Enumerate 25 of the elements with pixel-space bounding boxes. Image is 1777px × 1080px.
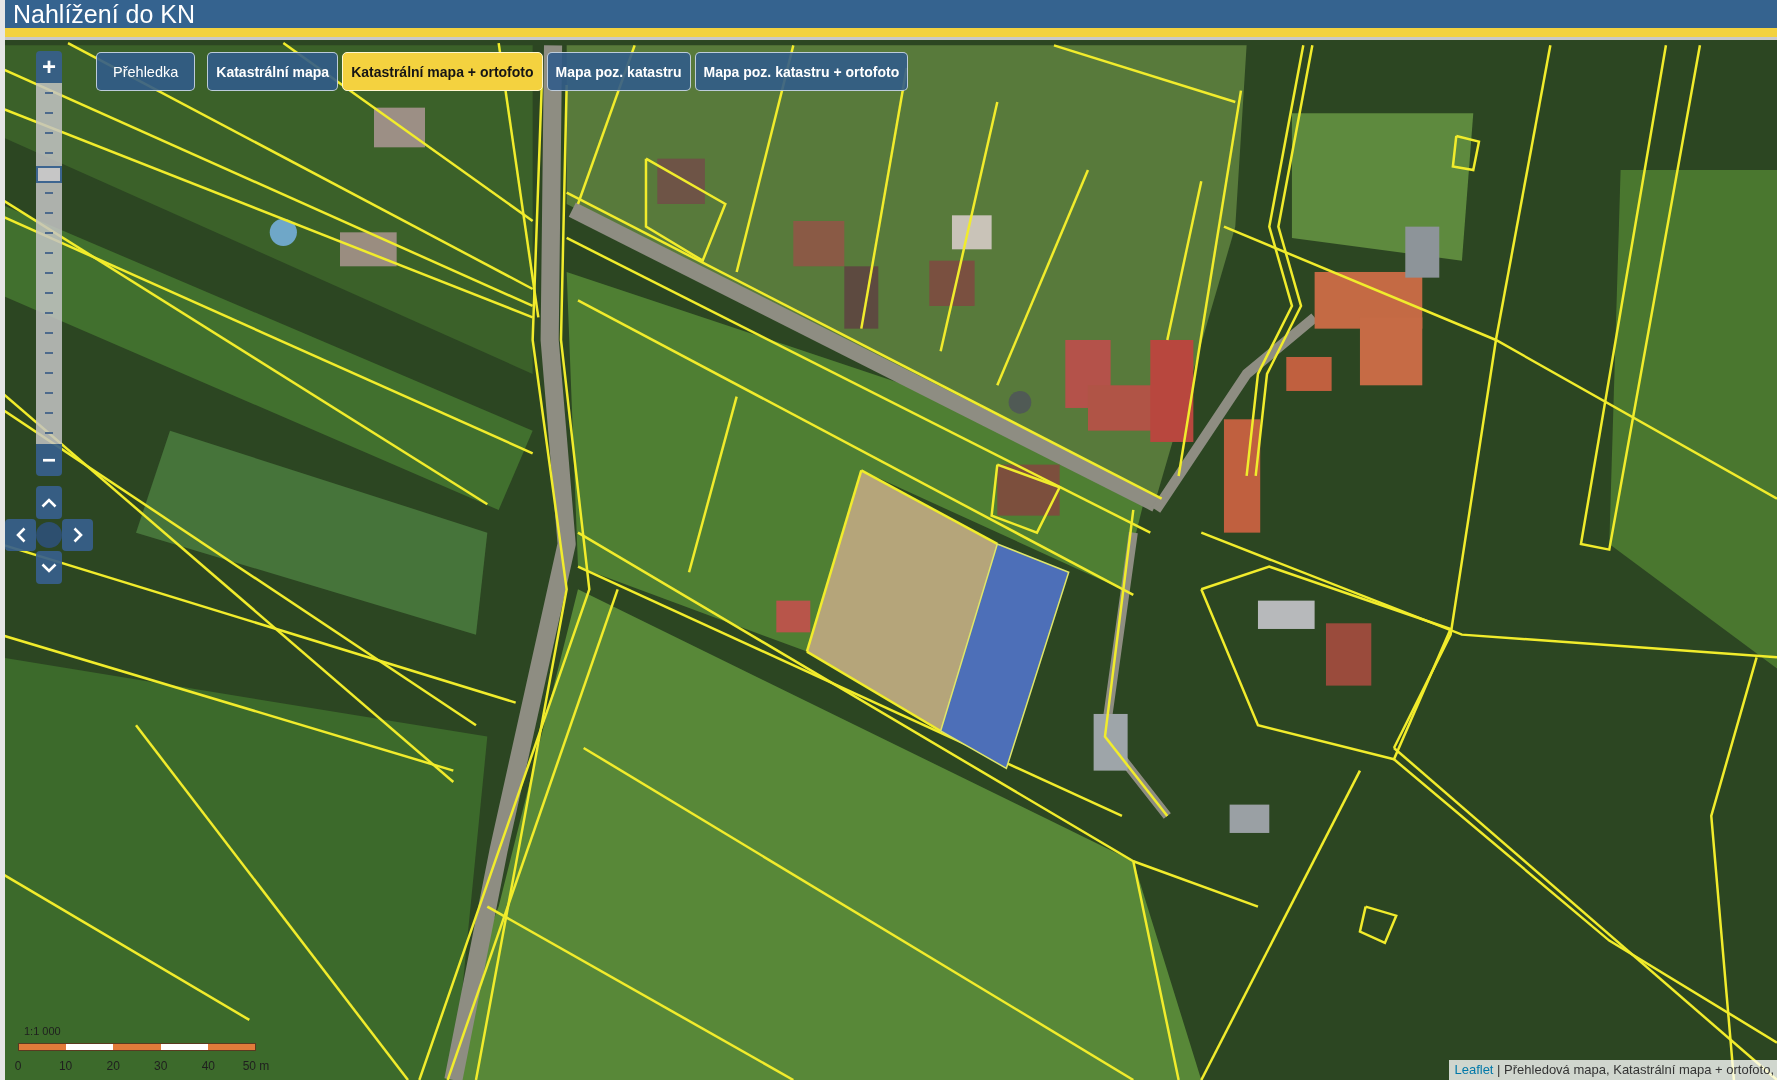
pan-down-button[interactable]	[36, 551, 62, 584]
zoom-out-button[interactable]: −	[36, 444, 62, 476]
scale-label: 50 m	[242, 1060, 270, 1073]
scale-label: 0	[14, 1060, 22, 1073]
scale-label: 30	[154, 1060, 168, 1073]
layer-button[interactable]: Přehledka	[96, 52, 196, 91]
pan-right-button[interactable]	[62, 519, 93, 551]
chevron-left-icon	[15, 527, 26, 543]
layer-button[interactable]: Mapa poz. katastru	[546, 52, 691, 91]
layer-button[interactable]: Mapa poz. katastru + ortofoto	[694, 52, 909, 91]
chevron-up-icon	[41, 497, 57, 508]
zoom-slider-thumb[interactable]	[36, 165, 62, 183]
scale-label: 20	[106, 1060, 120, 1073]
attribution-text: Leaflet | Přehledová mapa, Katastrální mapa + ortofoto,	[1449, 1060, 1777, 1080]
layer-button[interactable]: Katastrální mapa + ortofoto	[342, 52, 543, 91]
chevron-right-icon	[72, 527, 83, 543]
scale-label: 10	[58, 1060, 73, 1073]
pan-left-button[interactable]	[5, 519, 36, 551]
pan-up-button[interactable]	[36, 486, 62, 519]
layer-button[interactable]: Katastrální mapa	[207, 52, 339, 91]
scale-ratio: 1:1 000	[24, 1025, 61, 1038]
chevron-down-icon	[41, 562, 57, 573]
page-title: Nahlížení do KN	[13, 0, 196, 28]
zoom-in-button[interactable]: +	[36, 51, 62, 83]
scale-label: 40	[201, 1060, 216, 1073]
